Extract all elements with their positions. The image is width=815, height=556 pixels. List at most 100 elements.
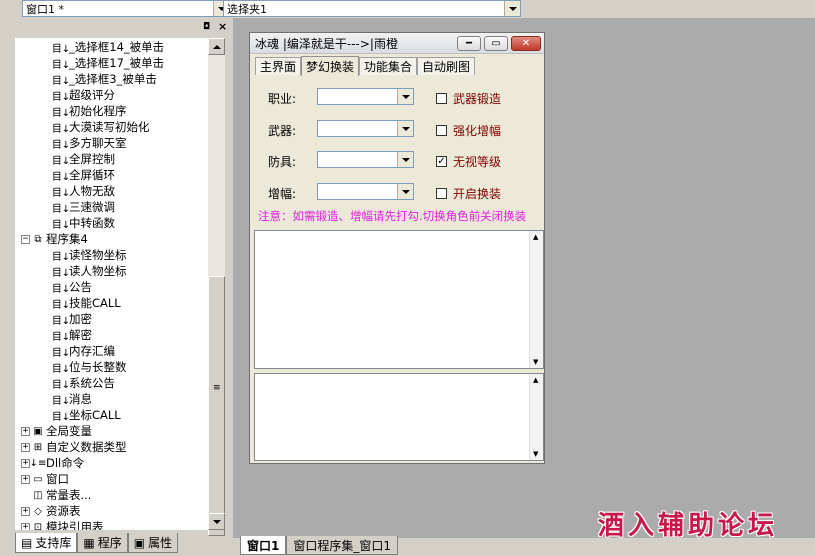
tree-item[interactable]: 目↓ 技能CALL [52, 295, 121, 311]
left-panel-tabs: ▤ 支持库 ▦ 程序 ▣ 属性 [15, 533, 179, 553]
tree-item[interactable]: 目↓ 全屏控制 [52, 151, 115, 167]
tab-features[interactable]: 功能集合 [359, 57, 418, 75]
armor-label: 防具: [268, 155, 297, 169]
tree-item-label: 公告 [69, 280, 92, 294]
log-textbox-top[interactable]: ▲ ▼ [254, 230, 544, 369]
minimize-button[interactable]: ━ [457, 35, 481, 51]
control-select-value: 选择夹1 [227, 2, 267, 16]
global-icon: ▣ [33, 425, 43, 437]
chevron-down-icon[interactable] [397, 89, 413, 104]
tree-item-label: 全屏控制 [69, 152, 115, 166]
amplify-label: 增幅: [268, 187, 297, 201]
chevron-down-icon[interactable] [397, 184, 413, 199]
tree-item[interactable]: 目↓ 中转函数 [52, 215, 115, 231]
maximize-button[interactable]: ▭ [484, 35, 508, 51]
tree-item[interactable]: 目↓ 读人物坐标 [52, 263, 127, 279]
tree-item[interactable]: 目↓ 全屏循环 [51, 167, 115, 183]
tree-item[interactable]: 目↓ 多方聊天室 [51, 135, 127, 151]
form-window[interactable]: 冰魂 |编泽就是干--->|雨橙 ━ ▭ ✕ 主界面 梦幻换装 功能集合 自动刷… [249, 32, 545, 464]
sub-icon: 目↓ [51, 59, 71, 71]
tree-item[interactable]: + ⊡ 模块引用表 [21, 519, 104, 530]
tree-item-label: Dll命令 [46, 456, 85, 470]
tab-library[interactable]: ▤ 支持库 [15, 533, 78, 553]
amplify-select[interactable] [317, 183, 414, 200]
tab-main[interactable]: 主界面 [255, 57, 302, 75]
tree-item[interactable]: 目↓ _选择框14_被单击 [52, 39, 164, 55]
class-select[interactable] [317, 88, 414, 105]
expand-icon[interactable]: + [21, 522, 30, 530]
sub-icon: 目↓ [51, 75, 71, 87]
sub-icon: 目↓ [51, 203, 71, 215]
enable-outfit-label: 开启换装 [453, 187, 502, 201]
expand-icon[interactable]: + [21, 474, 30, 484]
tree-item[interactable]: + ▣ 全局变量 [21, 423, 92, 439]
enhance-amplify-label: 强化增幅 [453, 124, 502, 138]
tree-item[interactable]: 目↓ 消息 [52, 391, 92, 407]
notice-text: 注意：如需锻造、增幅请先打勾.切换角色前关闭换装 [258, 209, 527, 223]
tree-item-label: 技能CALL [69, 296, 121, 310]
sub-icon: 目↓ [51, 171, 71, 183]
tree-item[interactable]: − ⧉ 程序集4 [21, 231, 88, 247]
scroll-up-button[interactable] [208, 38, 225, 55]
panel-restore-icon[interactable]: ◘ [203, 22, 210, 32]
chevron-down-icon[interactable] [397, 121, 413, 136]
control-select[interactable]: 选择夹1 [223, 0, 521, 17]
expand-icon[interactable]: + [21, 506, 30, 516]
tab-auto-dungeon[interactable]: 自动刷图 [417, 57, 476, 75]
tab-program[interactable]: ▦ 程序 [77, 533, 128, 553]
tree-item[interactable]: + ⊞ 自定义数据类型 [21, 439, 127, 455]
tree-item[interactable]: 目↓ 人物无敌 [52, 183, 115, 199]
tree-item[interactable]: 目↓ 坐标CALL [52, 407, 121, 423]
scroll-down-button[interactable] [208, 513, 225, 530]
tree-item[interactable]: 目↓ 加密 [52, 311, 92, 327]
textbox-scrollbar[interactable]: ▲ ▼ [529, 374, 543, 460]
chevron-down-icon[interactable] [397, 152, 413, 167]
tree-item[interactable]: 目↓ 内存汇编 [52, 343, 115, 359]
tab-window1[interactable]: 窗口1 [240, 536, 287, 555]
tree-item-label: 人物无敌 [69, 184, 115, 198]
tree-item[interactable]: 目↓ 超级评分 [52, 87, 115, 103]
armor-select[interactable] [317, 151, 414, 168]
tree-scrollbar[interactable]: ≡ [208, 38, 225, 536]
close-button[interactable]: ✕ [511, 35, 541, 51]
tree-item[interactable]: 目↓ 三速微调 [51, 199, 115, 215]
textbox-scrollbar[interactable]: ▲ ▼ [529, 231, 543, 368]
tree-item[interactable]: ◫ 常量表... [21, 487, 91, 503]
form-titlebar[interactable]: 冰魂 |编泽就是干--->|雨橙 ━ ▭ ✕ [250, 33, 544, 54]
collapse-icon[interactable]: − [21, 234, 30, 244]
tree-item[interactable]: + ▭ 窗口 [21, 471, 69, 487]
tree-item[interactable]: + ↓≡ Dll命令 [21, 455, 84, 471]
tree-item[interactable]: 目↓ 公告 [52, 279, 92, 295]
tree-item[interactable]: 目↓ _选择框17_被单击 [51, 55, 164, 71]
tree-item-label: 解密 [69, 328, 92, 342]
weapon-forge-checkbox[interactable] [436, 93, 447, 104]
tree-item[interactable]: + ◇ 资源表 [21, 503, 81, 519]
sub-icon: 目↓ [51, 139, 71, 151]
weapon-select[interactable] [317, 120, 414, 137]
tree-item[interactable]: 目↓ 系统公告 [52, 375, 115, 391]
sub-icon: 目↓ [51, 363, 71, 375]
scroll-thumb[interactable]: ≡ [208, 276, 225, 536]
expand-icon[interactable]: + [21, 426, 30, 436]
tree-item[interactable]: 目↓ 大漠读写初始化 [52, 119, 150, 135]
weapon-forge-label: 武器锻造 [453, 92, 502, 106]
chevron-down-icon[interactable] [504, 1, 520, 16]
window-select[interactable]: 窗口1 * [22, 0, 230, 17]
tree-item[interactable]: 目↓ 解密 [52, 327, 92, 343]
tab-properties[interactable]: ▣ 属性 [127, 533, 179, 553]
program-tree[interactable]: 目↓ _选择框14_被单击 目↓ _选择框17_被单击 目↓ _选择框3_被单击 目↓ 超级评… [15, 38, 208, 530]
enhance-amplify-checkbox[interactable] [436, 125, 447, 136]
enable-outfit-checkbox[interactable] [436, 188, 447, 199]
tree-item[interactable]: 目↓ 读怪物坐标 [52, 247, 127, 263]
panel-close-icon[interactable]: × [218, 20, 227, 33]
log-textbox-bottom[interactable]: ▲ ▼ [254, 373, 544, 461]
properties-icon: ▣ [133, 535, 146, 550]
tab-dream-outfit[interactable]: 梦幻换装 [301, 56, 360, 76]
tree-item[interactable]: 目↓ 初始化程序 [52, 103, 127, 119]
ignore-level-checkbox[interactable]: ✓ [436, 156, 447, 167]
tab-window1-code[interactable]: 窗口程序集_窗口1 [286, 536, 398, 555]
tree-item[interactable]: 目↓ 位与长整数 [51, 359, 127, 375]
tree-item-label: 内存汇编 [69, 344, 115, 358]
tree-item[interactable]: 目↓ _选择框3_被单击 [51, 71, 157, 87]
expand-icon[interactable]: + [21, 442, 30, 452]
